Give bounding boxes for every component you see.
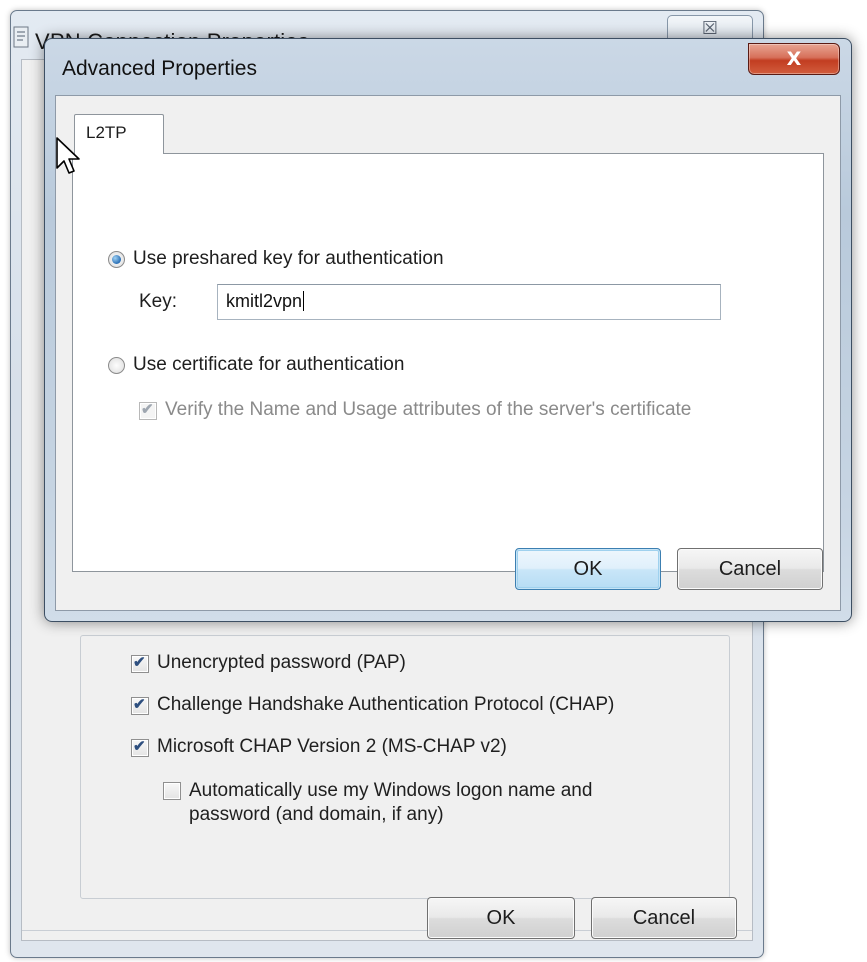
pap-row[interactable]: ✔ Unencrypted password (PAP) <box>131 652 406 674</box>
verify-certificate-row: ✔ Verify the Name and Usage attributes o… <box>139 399 691 421</box>
preshared-key-radio[interactable] <box>108 250 125 268</box>
pap-label: Unencrypted password (PAP) <box>157 652 406 673</box>
authentication-protocols-group: ✔ Unencrypted password (PAP) ✔ Challenge… <box>80 635 730 899</box>
verify-certificate-checkbox: ✔ <box>139 401 157 420</box>
key-input[interactable]: kmitl2vpn <box>217 284 721 320</box>
verify-certificate-label: Verify the Name and Usage attributes of … <box>165 399 692 420</box>
mschapv2-label: Microsoft CHAP Version 2 (MS-CHAP v2) <box>157 736 507 757</box>
mschapv2-checkbox[interactable]: ✔ <box>131 738 149 757</box>
certificate-label: Use certificate for authentication <box>133 354 405 375</box>
auto-logon-label-line2: password (and domain, if any) <box>189 804 444 825</box>
auto-logon-label: Automatically use my Windows logon name … <box>189 779 592 827</box>
key-value: kmitl2vpn <box>226 291 303 311</box>
close-icon: ☒ <box>701 18 719 39</box>
auto-logon-checkbox[interactable] <box>163 782 181 800</box>
checkmark-icon: ✔ <box>141 401 154 418</box>
preshared-key-label: Use preshared key for authentication <box>133 248 444 269</box>
tab-l2tp[interactable]: L2TP <box>74 114 164 154</box>
mschapv2-row[interactable]: ✔ Microsoft CHAP Version 2 (MS-CHAP v2) <box>131 736 507 758</box>
ok-button[interactable]: OK <box>427 897 575 939</box>
auto-logon-row[interactable]: Automatically use my Windows logon name … <box>163 779 592 827</box>
dialog-cancel-button[interactable]: Cancel <box>677 548 823 590</box>
dialog-close-button[interactable]: X <box>748 43 840 75</box>
advanced-properties-dialog: Advanced Properties X L2TP Use preshared… <box>44 38 852 622</box>
preshared-key-option[interactable]: Use preshared key for authentication <box>108 248 444 270</box>
text-caret <box>303 291 305 311</box>
mouse-pointer-icon <box>56 137 80 174</box>
chap-checkbox[interactable]: ✔ <box>131 696 149 715</box>
pap-checkbox[interactable]: ✔ <box>131 654 149 673</box>
close-icon: X <box>786 48 802 70</box>
key-label: Key: <box>139 291 178 312</box>
dialog-title: Advanced Properties <box>62 57 257 80</box>
radio-selected-dot <box>112 254 121 264</box>
checkmark-icon: ✔ <box>133 738 146 755</box>
auto-logon-label-line1: Automatically use my Windows logon name … <box>189 780 593 801</box>
checkmark-icon: ✔ <box>133 654 146 671</box>
chap-row[interactable]: ✔ Challenge Handshake Authentication Pro… <box>131 694 614 716</box>
checkmark-icon: ✔ <box>133 696 146 713</box>
dialog-client-area: L2TP Use preshared key for authenticatio… <box>55 95 841 611</box>
certificate-option[interactable]: Use certificate for authentication <box>108 354 404 376</box>
certificate-radio[interactable] <box>108 356 125 374</box>
dialog-ok-button[interactable]: OK <box>515 548 661 590</box>
cancel-button[interactable]: Cancel <box>591 897 737 939</box>
l2tp-tab-panel: Use preshared key for authentication Key… <box>72 153 824 572</box>
vpn-document-icon <box>13 26 29 48</box>
chap-label: Challenge Handshake Authentication Proto… <box>157 694 615 715</box>
